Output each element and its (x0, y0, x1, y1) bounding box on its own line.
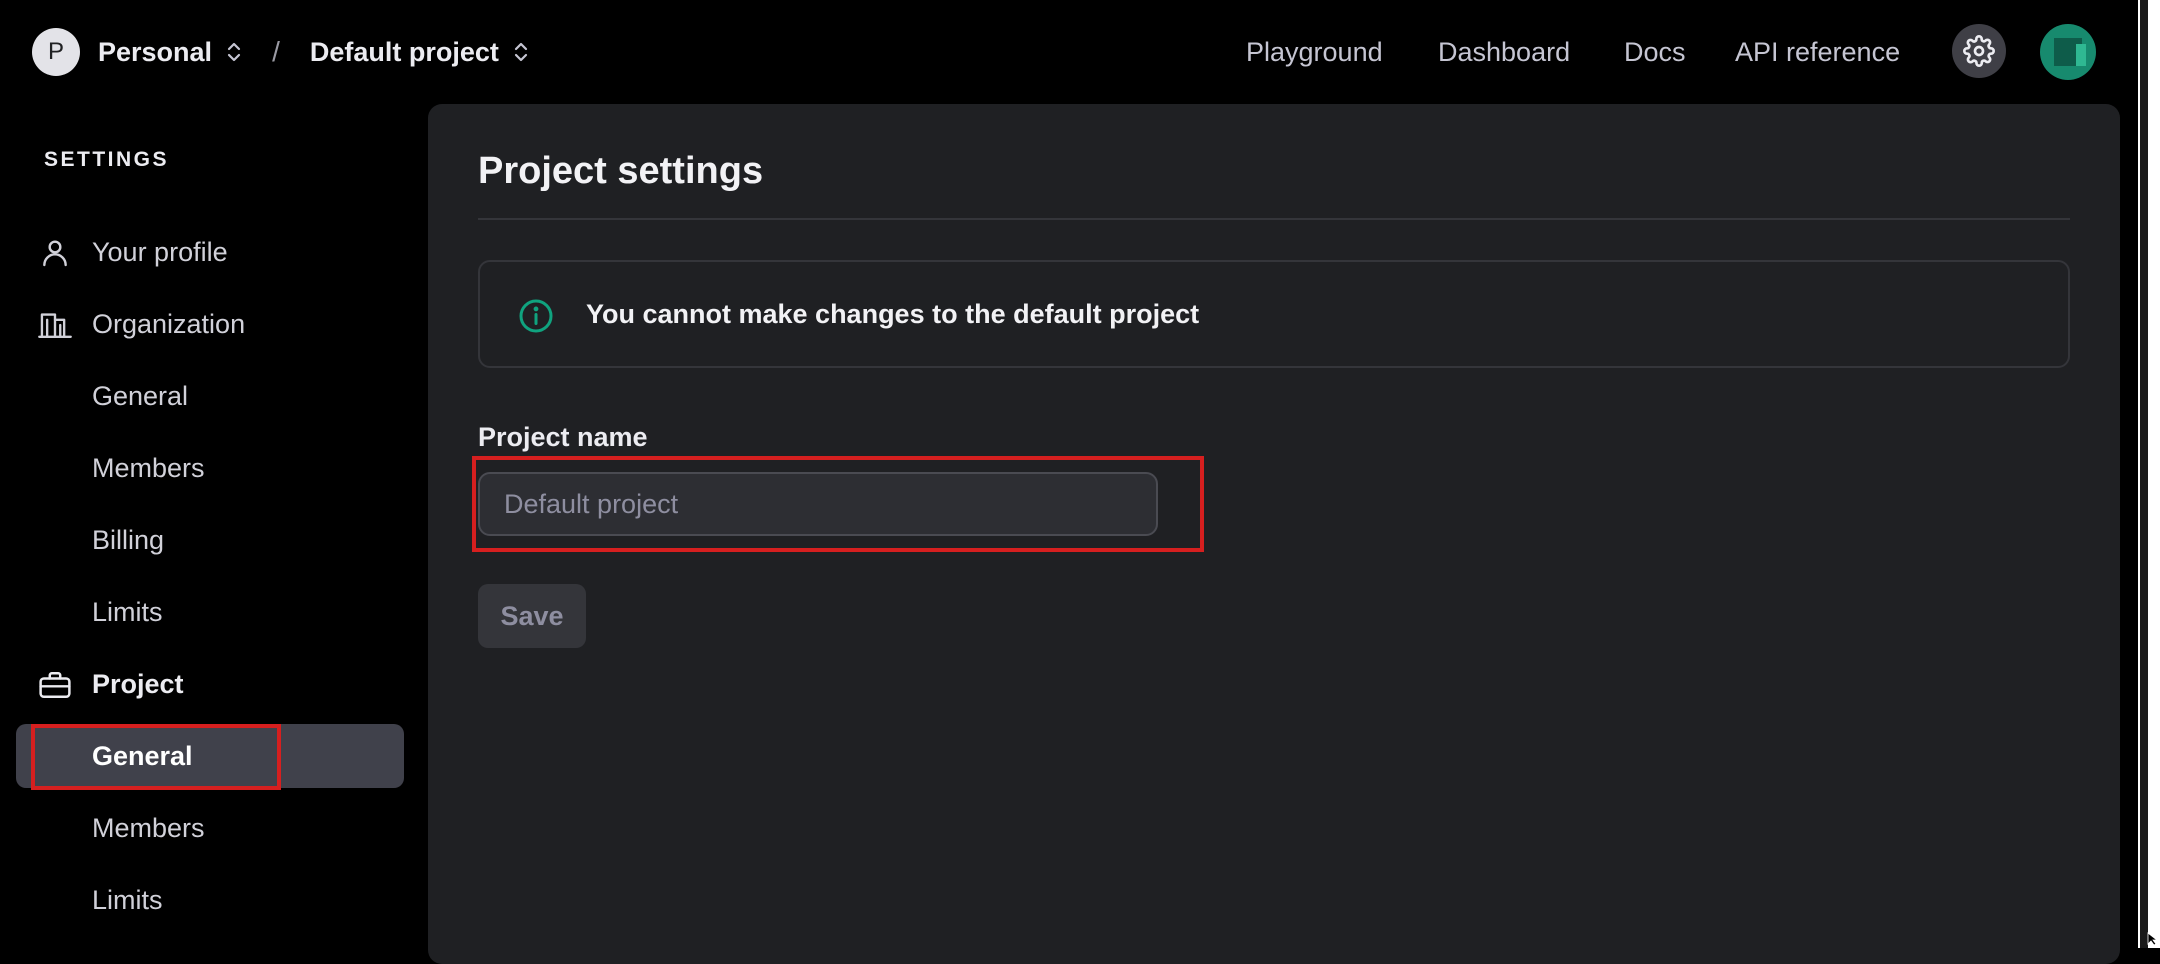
info-notice-text: You cannot make changes to the default p… (586, 298, 1200, 329)
sidebar-item-project-limits[interactable]: Limits (16, 868, 404, 932)
sidebar-item-project[interactable]: Project (16, 652, 404, 716)
breadcrumb: P Personal / Default project (32, 28, 529, 76)
avatar-pattern (2054, 38, 2086, 66)
scrollbar-thumb[interactable] (2140, 0, 2148, 948)
sidebar-item-label: General (92, 740, 193, 771)
sidebar-item-org-limits[interactable]: Limits (16, 580, 404, 644)
briefcase-icon (38, 668, 72, 702)
sidebar-item-label: Members (92, 812, 205, 843)
user-avatar[interactable] (2040, 24, 2096, 80)
sidebar-item-org-general[interactable]: General (16, 364, 404, 428)
sidebar-item-org-billing[interactable]: Billing (16, 508, 404, 572)
sidebar-item-label: Billing (92, 524, 165, 555)
main-panel: Project settings You cannot make changes… (428, 104, 2120, 964)
building-icon (38, 308, 72, 342)
chevron-updown-icon[interactable] (513, 39, 529, 65)
info-icon (519, 299, 553, 333)
sidebar-item-your-profile[interactable]: Your profile (16, 220, 404, 284)
nav-api-reference[interactable]: API reference (1735, 28, 1900, 76)
sidebar-item-label: Your profile (92, 236, 228, 267)
person-icon (38, 236, 72, 270)
org-switcher-label[interactable]: Personal (98, 37, 212, 68)
sidebar-item-label: General (92, 380, 189, 411)
sidebar-item-label: Organization (92, 308, 246, 339)
breadcrumb-separator: / (272, 36, 280, 67)
info-notice: You cannot make changes to the default p… (478, 260, 2070, 368)
title-divider (478, 218, 2070, 220)
sidebar-item-label: Members (92, 452, 205, 483)
sidebar-heading: SETTINGS (44, 148, 170, 171)
org-avatar[interactable]: P (32, 28, 80, 76)
sidebar-item-project-general[interactable]: General (16, 724, 404, 788)
nav-dashboard[interactable]: Dashboard (1438, 28, 1570, 76)
mouse-cursor-icon (2147, 932, 2159, 946)
project-switcher-label[interactable]: Default project (310, 37, 499, 68)
chevron-updown-icon[interactable] (226, 39, 242, 65)
save-button[interactable]: Save (478, 584, 586, 648)
project-name-input[interactable] (478, 472, 1158, 536)
sidebar-item-label: Project (92, 668, 184, 699)
settings-button[interactable] (1952, 24, 2006, 78)
sidebar-item-org-members[interactable]: Members (16, 436, 404, 500)
settings-sidebar: SETTINGS Your profile Organization Gener… (0, 104, 420, 948)
nav-playground[interactable]: Playground (1246, 28, 1383, 76)
project-name-label: Project name (478, 422, 648, 452)
sidebar-item-label: Limits (92, 596, 163, 627)
top-bar: P Personal / Default project Playground … (0, 0, 2160, 104)
page-title: Project settings (478, 150, 764, 192)
sidebar-item-organization[interactable]: Organization (16, 292, 404, 356)
sidebar-item-project-members[interactable]: Members (16, 796, 404, 860)
nav-docs[interactable]: Docs (1624, 28, 1686, 76)
sidebar-item-label: Limits (92, 884, 163, 915)
gear-icon (1963, 35, 1995, 67)
